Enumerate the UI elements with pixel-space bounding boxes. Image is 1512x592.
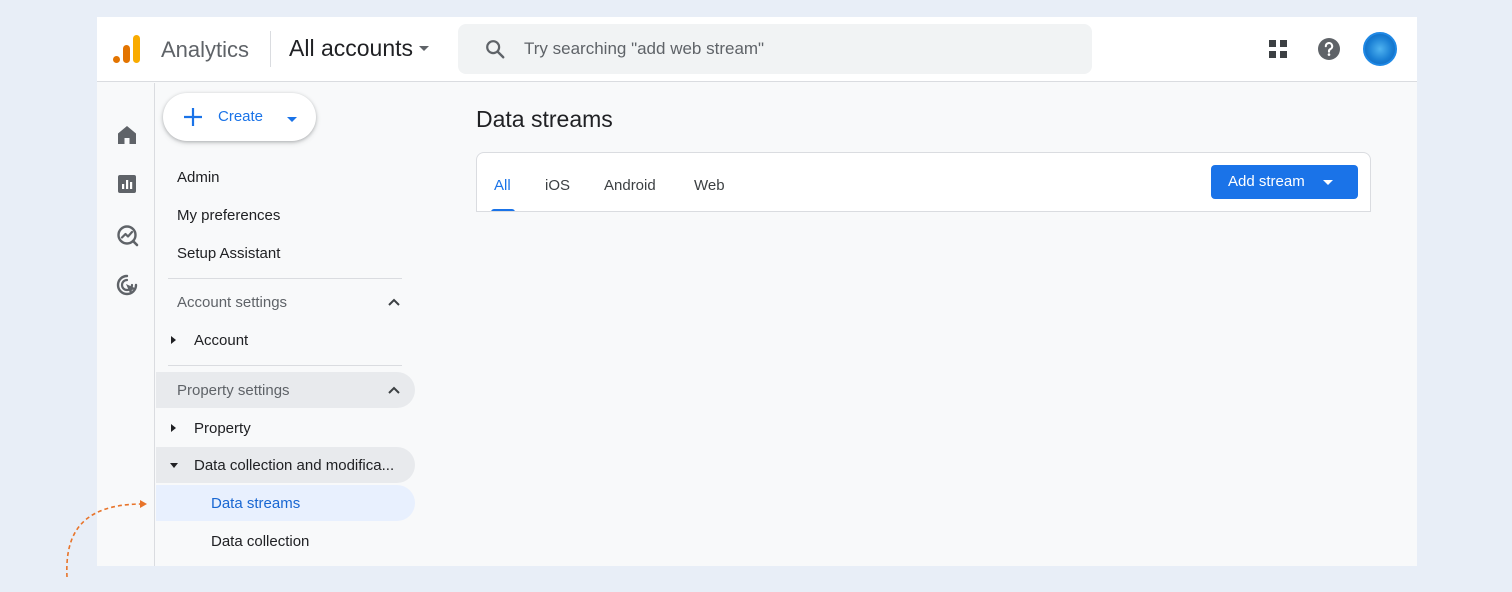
nav-data-collection-label: Data collection bbox=[211, 532, 310, 550]
explore-icon[interactable] bbox=[115, 223, 139, 247]
page-title: Data streams bbox=[476, 106, 613, 132]
nav-data-collection[interactable]: Data collection bbox=[156, 523, 415, 559]
tab-android[interactable]: Android bbox=[604, 177, 656, 194]
nav-data-collection-modification[interactable]: Data collection and modifica... bbox=[156, 447, 415, 483]
left-rail bbox=[97, 83, 155, 566]
annotation-arrow-icon bbox=[66, 500, 147, 578]
help-icon[interactable] bbox=[1317, 37, 1341, 61]
tab-all[interactable]: All bbox=[494, 177, 511, 194]
nav-setup-label: Setup Assistant bbox=[177, 244, 281, 262]
expand-arrow-icon bbox=[171, 424, 176, 432]
search-input[interactable] bbox=[524, 24, 1064, 74]
chevron-up-icon bbox=[388, 298, 400, 306]
create-label: Create bbox=[218, 108, 264, 125]
top-bar: Analytics All accounts bbox=[97, 17, 1417, 82]
caret-down-icon bbox=[419, 46, 430, 51]
nav-divider bbox=[168, 278, 402, 279]
tab-web[interactable]: Web bbox=[694, 177, 725, 194]
collapse-arrow-icon bbox=[170, 463, 178, 468]
nav-preferences-label: My preferences bbox=[177, 206, 281, 224]
app-name: Analytics bbox=[161, 37, 250, 62]
analytics-app: Analytics All accounts Try searching "ad… bbox=[97, 17, 1417, 566]
add-stream-label: Add stream bbox=[1228, 173, 1305, 190]
account-settings-header[interactable]: Account settings bbox=[156, 284, 415, 320]
reports-icon[interactable] bbox=[115, 172, 139, 196]
tabs-divider bbox=[477, 211, 1370, 212]
nav-divider bbox=[168, 365, 402, 366]
plus-icon bbox=[184, 108, 202, 126]
nav-data-streams[interactable]: Data streams bbox=[156, 485, 415, 521]
apps-grid-icon[interactable] bbox=[1266, 37, 1290, 61]
account-picker-label: All accounts bbox=[289, 35, 414, 61]
header-divider bbox=[270, 31, 271, 67]
nav-data-collection-mod-label: Data collection and modifica... bbox=[194, 456, 395, 474]
advertising-icon[interactable] bbox=[115, 273, 139, 297]
nav-setup-assistant[interactable]: Setup Assistant bbox=[156, 235, 415, 271]
nav-property-label: Property bbox=[194, 419, 251, 437]
nav-admin[interactable]: Admin bbox=[156, 159, 415, 195]
home-icon[interactable] bbox=[115, 123, 139, 147]
property-settings-header[interactable]: Property settings bbox=[156, 372, 415, 408]
nav-account[interactable]: Account bbox=[156, 322, 415, 358]
nav-admin-label: Admin bbox=[177, 168, 220, 186]
nav-data-streams-label: Data streams bbox=[211, 494, 301, 512]
create-button[interactable]: Create bbox=[163, 93, 316, 141]
search-bar[interactable] bbox=[458, 24, 1092, 74]
search-icon bbox=[486, 40, 505, 59]
chevron-up-icon bbox=[388, 386, 400, 394]
expand-arrow-icon bbox=[171, 336, 176, 344]
analytics-logo-icon[interactable] bbox=[113, 33, 141, 65]
nav-account-label: Account bbox=[194, 331, 249, 349]
account-avatar[interactable] bbox=[1363, 32, 1397, 66]
caret-down-icon bbox=[287, 117, 297, 122]
nav-my-preferences[interactable]: My preferences bbox=[156, 197, 415, 233]
account-settings-label: Account settings bbox=[177, 293, 288, 311]
nav-property[interactable]: Property bbox=[156, 410, 415, 446]
add-stream-button[interactable]: Add stream bbox=[1211, 165, 1358, 199]
account-picker[interactable]: All accounts bbox=[289, 35, 430, 62]
tab-ios[interactable]: iOS bbox=[545, 177, 570, 194]
property-settings-label: Property settings bbox=[177, 381, 290, 399]
admin-sidebar: Create Admin My preferences Setup Assist… bbox=[156, 83, 418, 566]
streams-card: All iOS Android Web Add stream bbox=[476, 152, 1371, 212]
caret-down-icon bbox=[1323, 180, 1333, 185]
